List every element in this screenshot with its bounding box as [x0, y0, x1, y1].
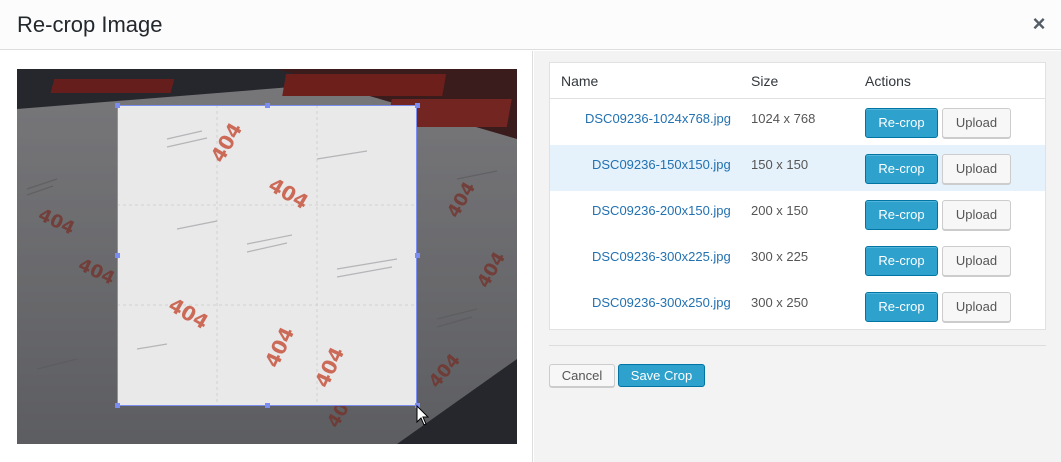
crop-selection[interactable] [117, 105, 417, 406]
crop-handle-w[interactable] [115, 253, 120, 258]
crop-image[interactable]: 404 404 404 404 404 404 404 [17, 69, 517, 444]
size-dimensions: 300 x 250 [751, 295, 809, 310]
upload-button[interactable]: Upload [942, 200, 1011, 230]
size-filename-link[interactable]: DSC09236-1024x768.jpg [585, 111, 731, 126]
image-sizes-table: Name Size Actions DSC09236-1024x768.jpg … [549, 62, 1046, 330]
column-header-size: Size [751, 73, 779, 89]
recrop-button[interactable]: Re-crop [865, 108, 938, 138]
table-row: DSC09236-150x150.jpg 150 x 150 Re-crop U… [550, 145, 1045, 191]
crop-handle-e[interactable] [415, 253, 420, 258]
upload-button[interactable]: Upload [942, 108, 1011, 138]
upload-button[interactable]: Upload [942, 154, 1011, 184]
sizes-pane: Name Size Actions DSC09236-1024x768.jpg … [534, 51, 1061, 462]
crop-pane: 404 404 404 404 404 404 404 [0, 51, 533, 462]
mouse-cursor-icon [416, 405, 430, 426]
cancel-button[interactable]: Cancel [549, 364, 615, 387]
size-dimensions: 1024 x 768 [751, 111, 816, 126]
divider [549, 345, 1046, 346]
table-row: DSC09236-300x250.jpg 300 x 250 Re-crop U… [550, 283, 1045, 329]
table-row: DSC09236-200x150.jpg 200 x 150 Re-crop U… [550, 191, 1045, 237]
recrop-button[interactable]: Re-crop [865, 292, 938, 322]
modal-title: Re-crop Image [17, 12, 163, 37]
crop-handle-ne[interactable] [415, 103, 420, 108]
size-filename-link[interactable]: DSC09236-300x225.jpg [592, 249, 731, 264]
recrop-button[interactable]: Re-crop [865, 246, 938, 276]
modal-header: Re-crop Image × [0, 0, 1061, 50]
upload-button[interactable]: Upload [942, 292, 1011, 322]
crop-handle-n[interactable] [265, 103, 270, 108]
column-header-actions: Actions [865, 73, 911, 89]
size-dimensions: 300 x 225 [751, 249, 809, 264]
close-icon[interactable]: × [1027, 10, 1051, 38]
crop-handle-sw[interactable] [115, 403, 120, 408]
recrop-button[interactable]: Re-crop [865, 200, 938, 230]
crop-handle-nw[interactable] [115, 103, 120, 108]
size-filename-link[interactable]: DSC09236-150x150.jpg [592, 157, 731, 172]
table-row: DSC09236-1024x768.jpg 1024 x 768 Re-crop… [550, 99, 1045, 145]
save-crop-button[interactable]: Save Crop [618, 364, 705, 387]
recrop-button[interactable]: Re-crop [865, 154, 938, 184]
size-filename-link[interactable]: DSC09236-200x150.jpg [592, 203, 731, 218]
size-dimensions: 200 x 150 [751, 203, 809, 218]
upload-button[interactable]: Upload [942, 246, 1011, 276]
column-header-name: Name [561, 73, 599, 89]
crop-handle-s[interactable] [265, 403, 270, 408]
size-dimensions: 150 x 150 [751, 157, 809, 172]
size-filename-link[interactable]: DSC09236-300x250.jpg [592, 295, 731, 310]
table-row: DSC09236-300x225.jpg 300 x 225 Re-crop U… [550, 237, 1045, 283]
table-header: Name Size Actions [550, 63, 1045, 99]
